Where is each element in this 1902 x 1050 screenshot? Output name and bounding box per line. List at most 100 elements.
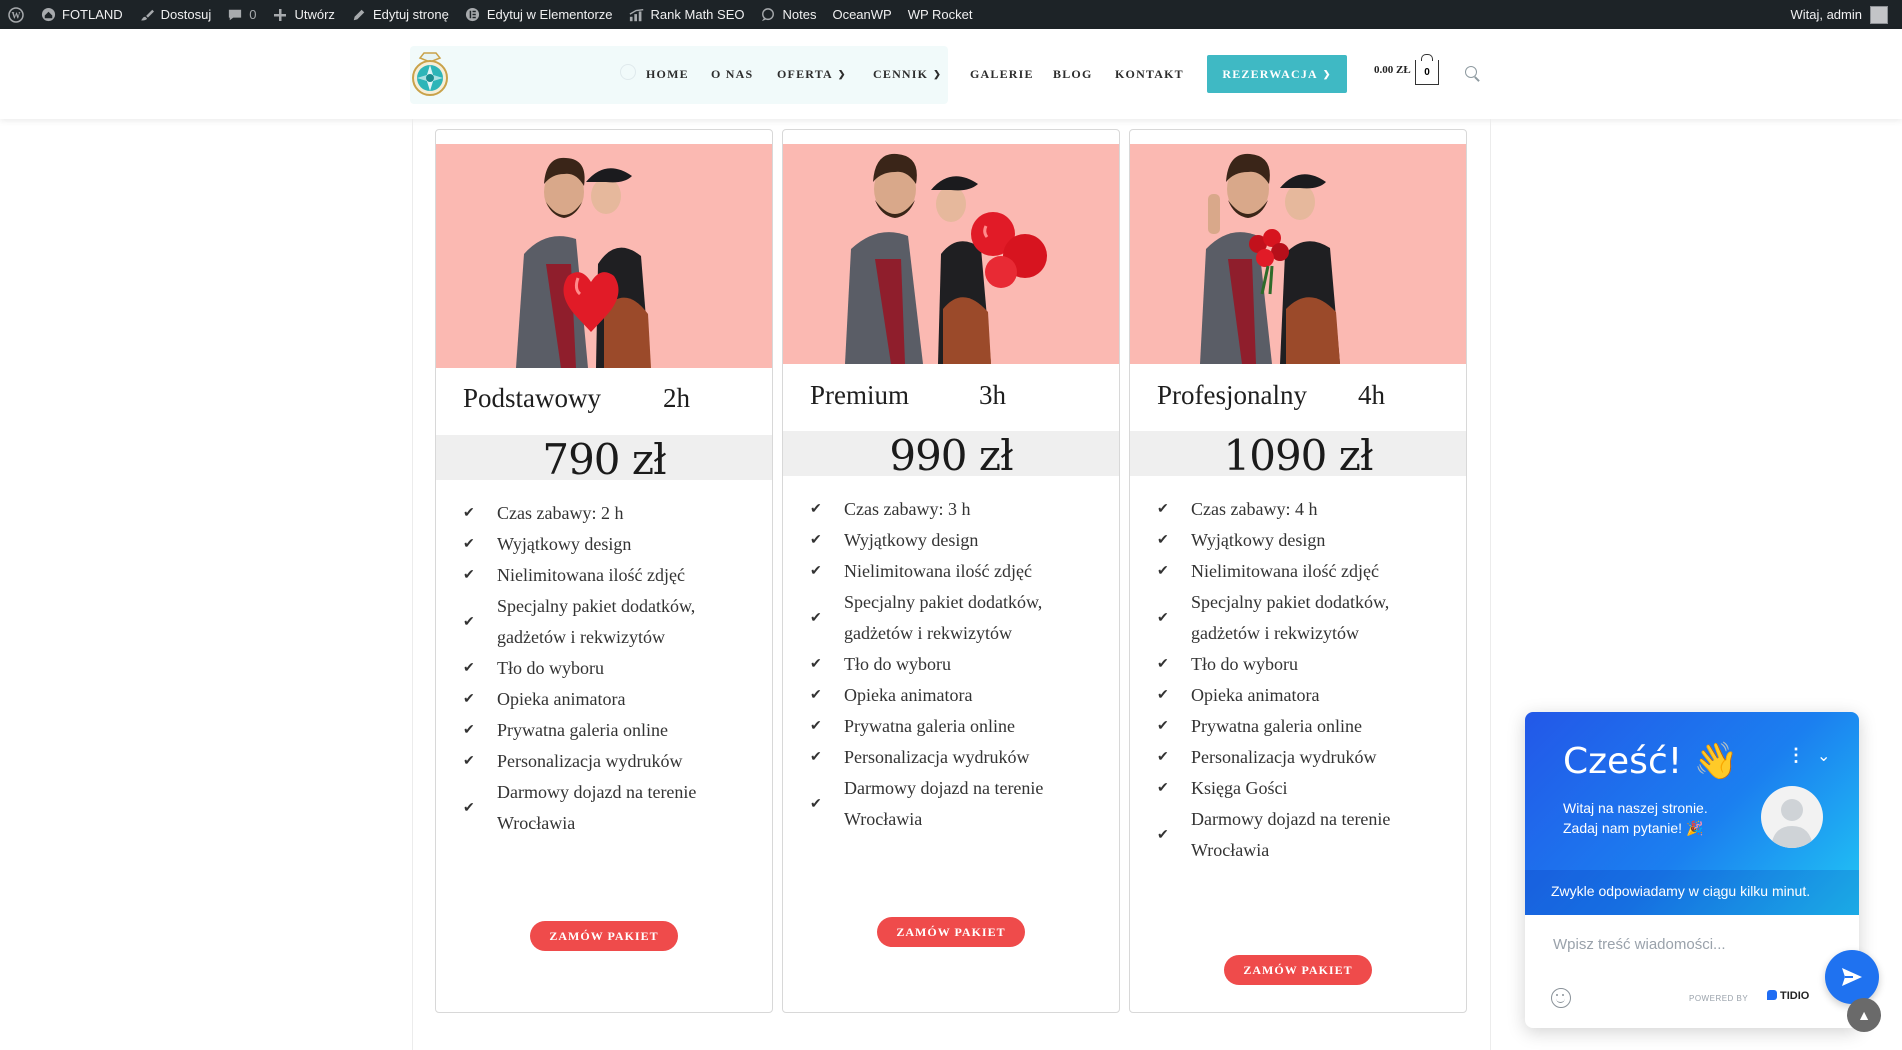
feature-text: Czas zabawy: 4 h — [1191, 499, 1318, 519]
tidio-logo[interactable]: TIDIO — [1767, 990, 1809, 1002]
plus-icon — [272, 7, 288, 23]
nav-item-cennik[interactable]: CENNIK ❯ — [873, 29, 942, 119]
check-icon: ✔ — [1157, 781, 1169, 796]
pricing-card-basic: Podstawowy 2h 790 zł ✔ Czas zabawy: 2 h ✔… — [435, 129, 773, 1013]
admin-bar-wp-rocket[interactable]: WP Rocket — [900, 0, 981, 29]
nav-item-blog[interactable]: BLOG — [1053, 29, 1092, 119]
check-icon: ✔ — [810, 657, 822, 672]
admin-bar-comments[interactable]: 0 — [219, 0, 264, 29]
feature-text: Wyjątkowy design — [497, 534, 632, 554]
send-message-button[interactable] — [1825, 950, 1879, 1004]
feature-text: Czas zabawy: 3 h — [844, 499, 971, 519]
tidio-brand-label: TIDIO — [1780, 990, 1810, 1002]
feature-text: Prywatna galeria online — [1191, 716, 1362, 736]
feature-list: ✔ Czas zabawy: 4 h ✔ Wyjątkowy design ✔ Nie… — [1157, 494, 1457, 866]
svg-text:W: W — [12, 10, 21, 20]
nav-item-label: O NAS — [711, 66, 754, 81]
feature-text: Wyjątkowy design — [1191, 530, 1326, 550]
feature-text: Opieka animatora — [844, 685, 973, 705]
list-item: ✔ Opieka animatora — [810, 680, 1110, 711]
search-icon[interactable] — [1465, 66, 1477, 78]
package-price: 1090 zł — [1223, 431, 1374, 480]
check-icon: ✔ — [810, 796, 822, 812]
feature-text: Specjalny pakiet dodatków, gadżetów i re… — [1191, 592, 1390, 643]
check-icon: ✔ — [463, 692, 475, 707]
nav-item-home[interactable]: HOME — [646, 29, 689, 119]
feature-text: Tło do wyboru — [1191, 654, 1298, 674]
admin-bar-customize[interactable]: Dostosuj — [131, 0, 220, 29]
check-icon: ✔ — [810, 564, 822, 579]
nav-item-label: HOME — [646, 66, 689, 81]
admin-bar-oceanwp[interactable]: OceanWP — [824, 0, 899, 29]
list-item: ✔ Nielimitowana ilość zdjęć — [810, 556, 1110, 587]
cart-total[interactable]: 0.00 ZŁ — [1374, 64, 1411, 76]
elementor-icon — [465, 7, 481, 23]
chat-message-input[interactable] — [1551, 935, 1795, 954]
nav-item-o-nas[interactable]: O NAS — [711, 29, 753, 119]
nav-item-kontakt[interactable]: KONTAKT — [1115, 29, 1184, 119]
pricing-card-professional: Profesjonalny 4h 1090 zł ✔ Czas zabawy: 4… — [1129, 129, 1467, 1013]
admin-bar-rank-math-label: Rank Math SEO — [650, 7, 745, 22]
chevron-down-icon: ❯ — [1322, 68, 1332, 79]
list-item: ✔ Darmowy dojazd na terenie Wrocławia — [810, 773, 1110, 835]
admin-bar-account[interactable]: Witaj, admin — [1790, 0, 1888, 29]
order-package-button[interactable]: ZAMÓW PAKIET — [1224, 955, 1372, 985]
feature-list: ✔ Czas zabawy: 3 h ✔ Wyjątkowy design ✔ Nie… — [810, 494, 1110, 835]
feature-text: Personalizacja wydruków — [844, 747, 1030, 767]
package-price: 790 zł — [542, 435, 666, 484]
admin-bar-new-label: Utwórz — [294, 7, 335, 22]
check-icon: ✔ — [463, 568, 475, 583]
nav-item-galerie[interactable]: GALERIE — [970, 29, 1034, 119]
chat-widget: Cześć! 👋 Witaj na naszej stronie. Zadaj … — [1525, 712, 1859, 1028]
feature-text: Tło do wyboru — [497, 658, 604, 678]
admin-bar-menu: W FOTLAND Dostosuj 0 Utwórz Edytuj stron… — [0, 0, 980, 29]
admin-bar-wordpress[interactable]: W — [0, 0, 32, 29]
feature-text: Nielimitowana ilość zdjęć — [497, 565, 685, 585]
reservation-button-label: REZERWACJA — [1222, 66, 1318, 81]
list-item: ✔ Wyjątkowy design — [810, 525, 1110, 556]
feature-text: Tło do wyboru — [844, 654, 951, 674]
check-icon: ✔ — [1157, 610, 1169, 626]
emoji-icon[interactable] — [1551, 988, 1571, 1008]
feature-text: Czas zabawy: 2 h — [497, 503, 624, 523]
order-package-button[interactable]: ZAMÓW PAKIET — [877, 917, 1025, 947]
chevron-down-icon[interactable]: ⌄ — [1817, 746, 1830, 766]
reservation-button[interactable]: REZERWACJA ❯ — [1207, 55, 1347, 93]
package-title: Premium — [810, 380, 909, 410]
list-item: ✔ Tło do wyboru — [810, 649, 1110, 680]
check-icon: ✔ — [463, 537, 475, 552]
admin-bar-notes[interactable]: Notes — [752, 0, 824, 29]
feature-text: Personalizacja wydruków — [1191, 747, 1377, 767]
admin-bar-new[interactable]: Utwórz — [264, 0, 342, 29]
check-icon: ✔ — [463, 614, 475, 630]
avatar — [1761, 786, 1823, 848]
list-item: ✔ Personalizacja wydruków — [810, 742, 1110, 773]
list-item: ✔ Prywatna galeria online — [810, 711, 1110, 742]
admin-bar-edit-page[interactable]: Edytuj stronę — [343, 0, 457, 29]
brush-icon — [139, 7, 155, 23]
check-icon: ✔ — [810, 533, 822, 548]
feature-text: Opieka animatora — [497, 689, 626, 709]
avatar — [1870, 5, 1888, 24]
chat-greeting: Cześć! 👋 — [1563, 741, 1739, 782]
chat-subtitle: Witaj na naszej stronie. Zadaj nam pytan… — [1563, 800, 1708, 836]
admin-bar-site[interactable]: FOTLAND — [32, 0, 131, 29]
more-options-icon[interactable]: ⋮ — [1787, 746, 1805, 764]
feature-text: Specjalny pakiet dodatków, gadżetów i re… — [844, 592, 1043, 643]
admin-bar-site-label: FOTLAND — [62, 7, 123, 22]
response-time-text: Zwykle odpowiadamy w ciągu kilku minut. — [1551, 883, 1811, 899]
admin-bar-rank-math[interactable]: Rank Math SEO — [621, 0, 753, 29]
cart-icon[interactable]: 0 — [1415, 54, 1439, 85]
site-logo[interactable] — [410, 51, 450, 97]
nav-item-label: CENNIK — [873, 66, 929, 81]
couple-photo — [1130, 144, 1466, 364]
chat-header: Cześć! 👋 Witaj na naszej stronie. Zadaj … — [1525, 712, 1859, 915]
scroll-to-top-button[interactable]: ▲ — [1847, 998, 1881, 1032]
list-item: ✔ Czas zabawy: 2 h — [463, 498, 763, 529]
chevron-up-icon: ▲ — [1857, 1007, 1871, 1023]
package-duration: 4h — [1358, 380, 1385, 410]
list-item: ✔ Darmowy dojazd na terenie Wrocławia — [1157, 804, 1457, 866]
order-package-button[interactable]: ZAMÓW PAKIET — [530, 921, 678, 951]
nav-item-oferta[interactable]: OFERTA ❯ — [777, 29, 847, 119]
admin-bar-elementor[interactable]: Edytuj w Elementorze — [457, 0, 621, 29]
